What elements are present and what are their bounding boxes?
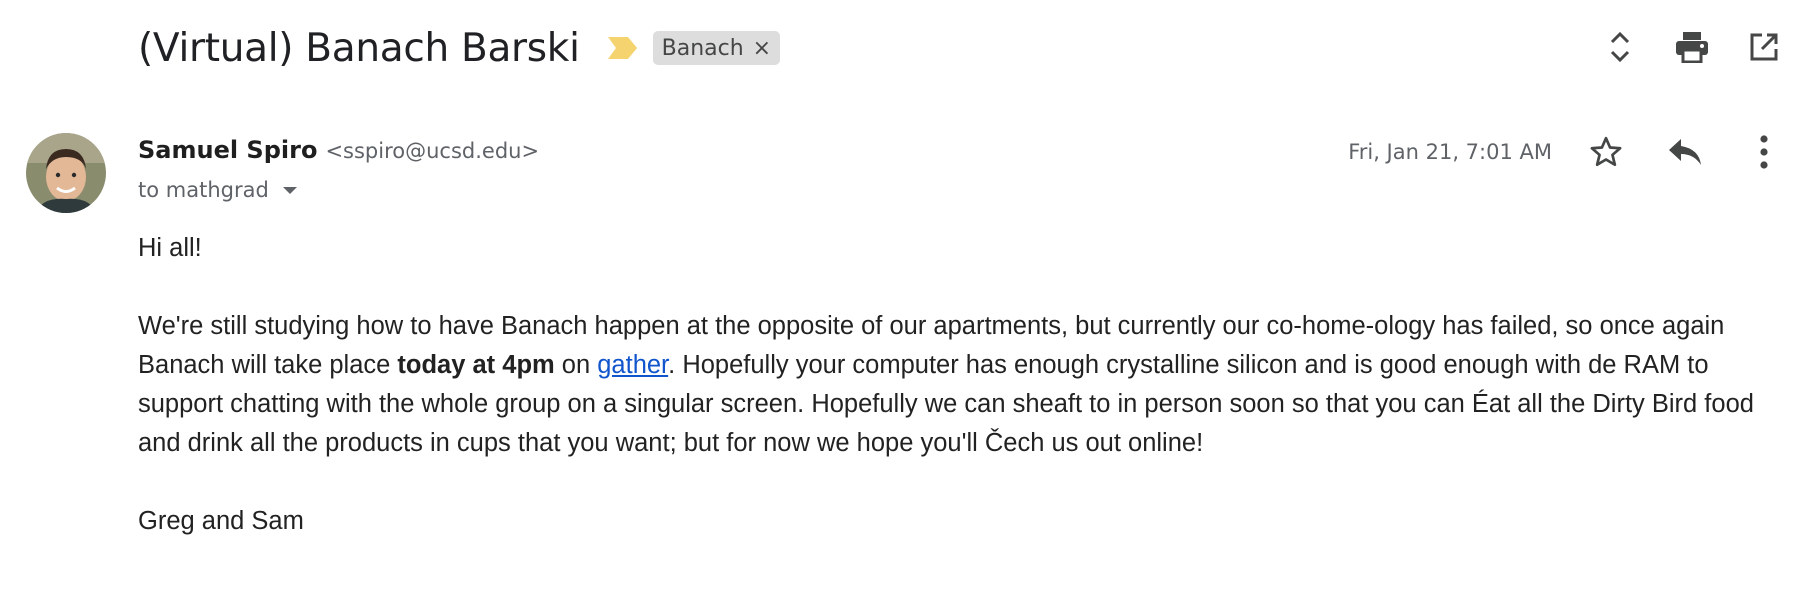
greeting: Hi all! xyxy=(138,234,202,262)
label-chip-text: Banach xyxy=(661,35,744,61)
event-time: today at 4pm xyxy=(397,351,555,379)
thread-subject: (Virtual) Banach Barski xyxy=(138,25,580,71)
importance-marker-icon[interactable] xyxy=(606,35,639,61)
chevron-down-icon[interactable] xyxy=(282,186,297,194)
message-date: Fri, Jan 21, 7:01 AM xyxy=(1348,140,1552,164)
recipient-label: to mathgrad xyxy=(138,178,269,202)
thread-toolbar xyxy=(1595,22,1789,72)
expand-collapse-icon[interactable] xyxy=(1595,22,1645,72)
gather-link[interactable]: gather xyxy=(597,351,668,379)
message-actions xyxy=(1581,127,1789,177)
recipient-details-toggle[interactable]: to mathgrad xyxy=(138,178,297,202)
signature: Greg and Sam xyxy=(138,507,304,535)
open-in-new-window-icon[interactable] xyxy=(1739,22,1789,72)
reply-icon[interactable] xyxy=(1660,127,1710,177)
body-paragraph: We're still studying how to have Banach … xyxy=(138,307,1778,463)
sender-email: <sspiro@ucsd.edu> xyxy=(325,139,540,163)
avatar[interactable] xyxy=(26,133,106,213)
print-icon[interactable] xyxy=(1667,22,1717,72)
sender-line: Samuel Spiro <sspiro@ucsd.edu> xyxy=(138,136,539,164)
star-icon[interactable] xyxy=(1581,127,1631,177)
sender-name[interactable]: Samuel Spiro xyxy=(138,136,317,164)
message-body: Hi all! We're still studying how to have… xyxy=(138,229,1778,541)
more-vert-icon[interactable] xyxy=(1739,127,1789,177)
subject-row: (Virtual) Banach Barski Banach × xyxy=(138,16,781,80)
label-chip[interactable]: Banach × xyxy=(652,31,781,65)
remove-label-icon[interactable]: × xyxy=(753,36,771,61)
body-text: on xyxy=(554,351,598,379)
